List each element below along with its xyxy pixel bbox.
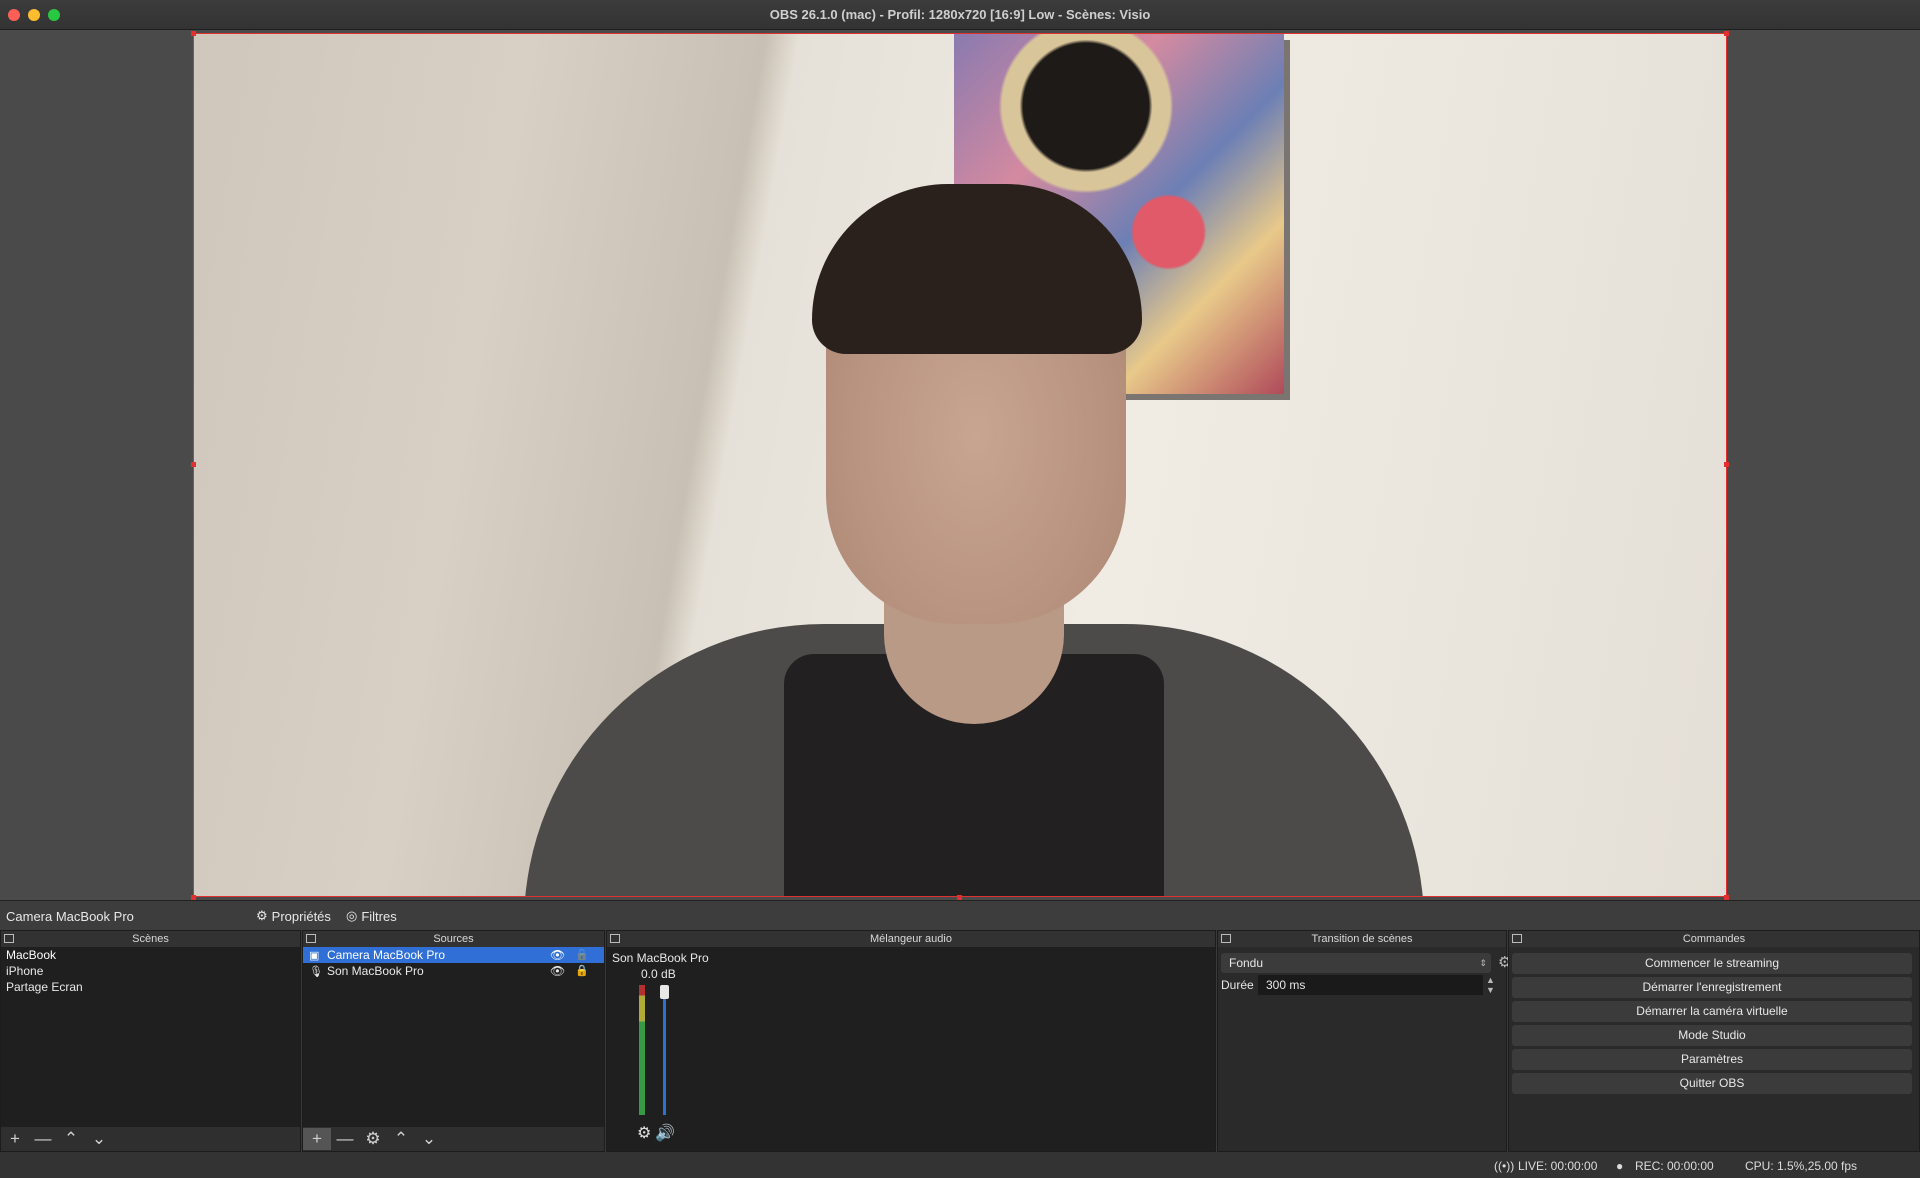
controls-header: Commandes bbox=[1509, 931, 1919, 947]
add-scene-button[interactable]: + bbox=[1, 1128, 29, 1150]
lock-icon[interactable]: 🔒 bbox=[575, 963, 589, 979]
properties-button[interactable]: ⚙ Propriétés bbox=[256, 906, 331, 926]
gear-icon: ⚙ bbox=[256, 908, 268, 923]
start-streaming-button[interactable]: Commencer le streaming bbox=[1512, 953, 1912, 974]
cpu-fps: CPU: 1.5%,25.00 fps bbox=[1745, 1159, 1858, 1173]
transitions-body: Fondu ⇕ ⚙ Durée 300 ms ▲ ▼ bbox=[1218, 947, 1511, 1151]
record-dot-icon: ● bbox=[1616, 1159, 1624, 1173]
microphone-icon: 🎙 bbox=[309, 966, 323, 978]
start-recording-button[interactable]: Démarrer l'enregistrement bbox=[1512, 977, 1912, 998]
scenes-toolbar: + — ⌃ ⌄ bbox=[1, 1127, 300, 1151]
filters-label: Filtres bbox=[361, 908, 397, 924]
selected-source-name: Camera MacBook Pro bbox=[6, 909, 134, 924]
obs-window: OBS 26.1.0 (mac) - Profil: 1280x720 [16:… bbox=[0, 0, 1920, 1178]
transitions-dock: Transition de scènes Fondu ⇕ ⚙ Durée 300… bbox=[1217, 930, 1511, 1152]
transitions-header: Transition de scènes bbox=[1218, 931, 1506, 947]
rec-timer: REC: 00:00:00 bbox=[1635, 1159, 1714, 1173]
start-virtual-camera-button[interactable]: Démarrer la caméra virtuelle bbox=[1512, 1001, 1912, 1022]
program-preview[interactable] bbox=[193, 33, 1727, 897]
live-signal-icon: ((•)) bbox=[1494, 1159, 1515, 1173]
filters-button[interactable]: ◎ Filtres bbox=[346, 906, 397, 926]
sources-dock: Sources ▣ Camera MacBook Pro 👁 🔒 🎙 Son M… bbox=[302, 930, 605, 1152]
transform-handle[interactable] bbox=[1724, 462, 1729, 467]
context-bar: Camera MacBook Pro ⚙ Propriétés ◎ Filtre… bbox=[0, 900, 1920, 930]
volume-fader-knob[interactable] bbox=[660, 985, 669, 999]
add-source-button[interactable]: + bbox=[303, 1128, 331, 1150]
visibility-eye-icon[interactable]: 👁 bbox=[550, 947, 565, 963]
move-scene-up-button[interactable]: ⌃ bbox=[57, 1128, 85, 1150]
controls-dock: Commandes Commencer le streaming Démarre… bbox=[1508, 930, 1920, 1152]
title-bar: OBS 26.1.0 (mac) - Profil: 1280x720 [16:… bbox=[0, 0, 1920, 30]
window-title: OBS 26.1.0 (mac) - Profil: 1280x720 [16:… bbox=[769, 7, 1151, 22]
mixer-channel-name: Son MacBook Pro bbox=[612, 951, 709, 965]
controls-body: Commencer le streaming Démarrer l'enregi… bbox=[1509, 947, 1919, 1151]
speaker-icon[interactable]: 🔊 bbox=[655, 1123, 675, 1143]
preview-area bbox=[0, 30, 1920, 900]
audio-mixer-dock: Mélangeur audio Son MacBook Pro 0.0 dB ⚙… bbox=[606, 930, 1216, 1152]
lock-icon[interactable]: 🔒 bbox=[575, 947, 589, 963]
sources-list: ▣ Camera MacBook Pro 👁 🔒 🎙 Son MacBook P… bbox=[303, 947, 604, 1127]
move-source-down-button[interactable]: ⌄ bbox=[415, 1128, 443, 1150]
status-bar: ((•)) LIVE: 00:00:00 ● REC: 00:00:00 CPU… bbox=[0, 1152, 1920, 1178]
move-source-up-button[interactable]: ⌃ bbox=[387, 1128, 415, 1150]
scenes-header: Scènes bbox=[1, 931, 300, 947]
remove-source-button[interactable]: — bbox=[331, 1128, 359, 1150]
sources-toolbar: + — ⚙ ⌃ ⌄ bbox=[303, 1127, 604, 1151]
remove-scene-button[interactable]: — bbox=[29, 1128, 57, 1150]
scene-item-macbook[interactable]: MacBook bbox=[1, 947, 300, 963]
exit-button[interactable]: Quitter OBS bbox=[1512, 1073, 1912, 1094]
undock-icon[interactable] bbox=[4, 934, 14, 943]
camera-icon: ▣ bbox=[309, 950, 320, 962]
scene-item-partage-ecran[interactable]: Partage Ecran bbox=[1, 979, 300, 995]
transform-handle[interactable] bbox=[191, 31, 196, 36]
visibility-eye-icon[interactable]: 👁 bbox=[550, 963, 565, 979]
undock-icon[interactable] bbox=[306, 934, 316, 943]
filter-icon: ◎ bbox=[346, 908, 358, 923]
studio-mode-button[interactable]: Mode Studio bbox=[1512, 1025, 1912, 1046]
mixer-level: 0.0 dB bbox=[641, 967, 676, 981]
sources-header: Sources bbox=[303, 931, 604, 947]
source-item-camera[interactable]: ▣ Camera MacBook Pro 👁 🔒 bbox=[303, 947, 604, 963]
properties-label: Propriétés bbox=[271, 908, 331, 924]
select-arrows-icon: ⇕ bbox=[1479, 958, 1487, 968]
scenes-dock: Scènes MacBook iPhone Partage Ecran + — … bbox=[0, 930, 301, 1152]
volume-fader-track[interactable] bbox=[663, 991, 666, 1115]
duration-label: Durée bbox=[1221, 978, 1254, 992]
source-properties-gear-icon[interactable]: ⚙ bbox=[359, 1128, 387, 1150]
transform-handle[interactable] bbox=[1724, 31, 1729, 36]
scene-item-iphone[interactable]: iPhone bbox=[1, 963, 300, 979]
undock-icon[interactable] bbox=[610, 934, 620, 943]
mixer-body: Son MacBook Pro 0.0 dB ⚙ 🔊 bbox=[607, 947, 1215, 1151]
transition-select[interactable]: Fondu ⇕ bbox=[1221, 953, 1491, 973]
source-item-audio[interactable]: 🎙 Son MacBook Pro 👁 🔒 bbox=[303, 963, 604, 979]
duration-input[interactable]: 300 ms bbox=[1258, 975, 1483, 995]
transform-handle[interactable] bbox=[191, 462, 196, 467]
live-timer: LIVE: 00:00:00 bbox=[1518, 1159, 1598, 1173]
gear-icon[interactable]: ⚙ bbox=[637, 1123, 651, 1143]
undock-icon[interactable] bbox=[1512, 934, 1522, 943]
volume-meter bbox=[639, 985, 645, 1115]
duration-stepper[interactable]: ▲ ▼ bbox=[1486, 975, 1495, 995]
undock-icon[interactable] bbox=[1221, 934, 1231, 943]
scenes-list: MacBook iPhone Partage Ecran bbox=[1, 947, 300, 1127]
settings-button[interactable]: Paramètres bbox=[1512, 1049, 1912, 1070]
mixer-header: Mélangeur audio bbox=[607, 931, 1215, 947]
move-scene-down-button[interactable]: ⌄ bbox=[85, 1128, 113, 1150]
